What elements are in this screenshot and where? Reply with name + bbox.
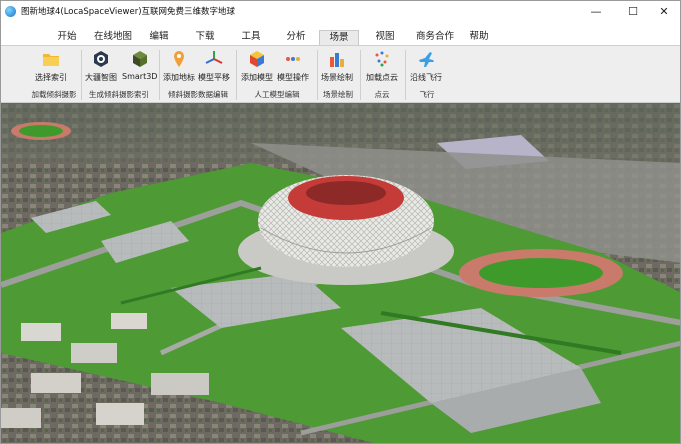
model-operation-label: 模型操作 [277,73,309,82]
load-point-cloud-button[interactable]: 加载点云 [366,50,398,83]
smart3d-button[interactable]: Smart3D [122,50,157,81]
window-title: 图新地球4(LocaSpaceViewer)互联网免费三维数字地球 [21,7,236,17]
ribbon-toolbar: 选择索引 大疆智图 Smart3D 添加地标 模型平移 添加模型 模型操作 场景… [1,45,680,103]
load-point-cloud-label: 加载点云 [366,73,398,82]
group-label-scene-draw: 场景绘制 [323,90,353,99]
select-index-label: 选择索引 [35,73,67,82]
add-placemark-button[interactable]: 添加地标 [163,50,195,83]
globe-app-icon [5,5,16,17]
add-model-cube-icon [250,51,264,67]
model-translate-label: 模型平移 [198,73,230,82]
group-label-flight: 飞行 [419,90,435,99]
fly-along-line-button[interactable]: 沿线飞行 [410,50,442,83]
smart3d-cube-icon [132,51,147,67]
move-axes-icon [205,51,223,64]
tab-start[interactable]: 开始 [51,29,83,45]
group-separator [360,50,361,100]
maximize-button[interactable]: ☐ [618,1,648,21]
tab-help[interactable]: 帮助 [463,29,495,45]
dji-terra-button[interactable]: 大疆智图 [85,50,117,83]
title-bar: 图新地球4(LocaSpaceViewer)互联网免费三维数字地球 [1,1,680,21]
model-operation-button[interactable]: 模型操作 [277,50,309,83]
group-separator [236,50,237,100]
group-label-oblique-index: 生成倾斜摄影索引 [89,90,149,99]
group-separator [81,50,82,100]
smart3d-label: Smart3D [122,72,158,81]
group-label-model-edit: 人工模型编辑 [254,90,300,99]
app-window: 图新地球4(LocaSpaceViewer)互联网免费三维数字地球 — ☐ ✕ … [0,0,681,444]
tab-business[interactable]: 商务合作 [410,29,460,45]
add-model-button[interactable]: 添加模型 [241,50,273,83]
folder-icon [43,54,59,66]
scene-draw-icon [330,53,344,67]
3d-map-view[interactable] [1,103,680,443]
add-model-label: 添加模型 [241,73,273,82]
placemark-icon [174,51,184,67]
tab-scene[interactable]: 场景 [319,30,359,45]
tab-view[interactable]: 视图 [369,29,401,45]
dji-terra-label: 大疆智图 [85,73,117,82]
group-separator [317,50,318,100]
group-label-point-cloud: 点云 [374,90,390,99]
scene-draw-label: 场景绘制 [321,73,353,82]
group-separator [405,50,406,100]
stadium-field-opening [306,181,386,205]
track-field [479,258,603,288]
minimize-button[interactable]: — [581,1,611,21]
model-operate-icon [286,57,300,61]
tab-tools[interactable]: 工具 [235,29,267,45]
close-button[interactable]: ✕ [649,1,679,21]
fly-along-line-label: 沿线飞行 [410,73,442,82]
point-cloud-icon [375,51,389,67]
airplane-icon [419,52,434,67]
tab-edit[interactable]: 编辑 [143,29,175,45]
tab-analysis[interactable]: 分析 [280,29,312,45]
group-separator [159,50,160,100]
add-placemark-label: 添加地标 [163,73,195,82]
map-scene [1,103,680,443]
distant-field [19,125,63,137]
select-index-button[interactable]: 选择索引 [35,50,67,83]
dji-icon [94,51,108,67]
group-label-oblique-edit: 倾斜摄影数据编辑 [168,90,228,99]
tab-download[interactable]: 下载 [189,29,221,45]
model-translate-button[interactable]: 模型平移 [198,50,230,83]
group-label-load-oblique: 加载倾斜摄影 [31,90,77,99]
tab-online-map[interactable]: 在线地图 [91,29,135,45]
scene-draw-button[interactable]: 场景绘制 [321,50,353,83]
